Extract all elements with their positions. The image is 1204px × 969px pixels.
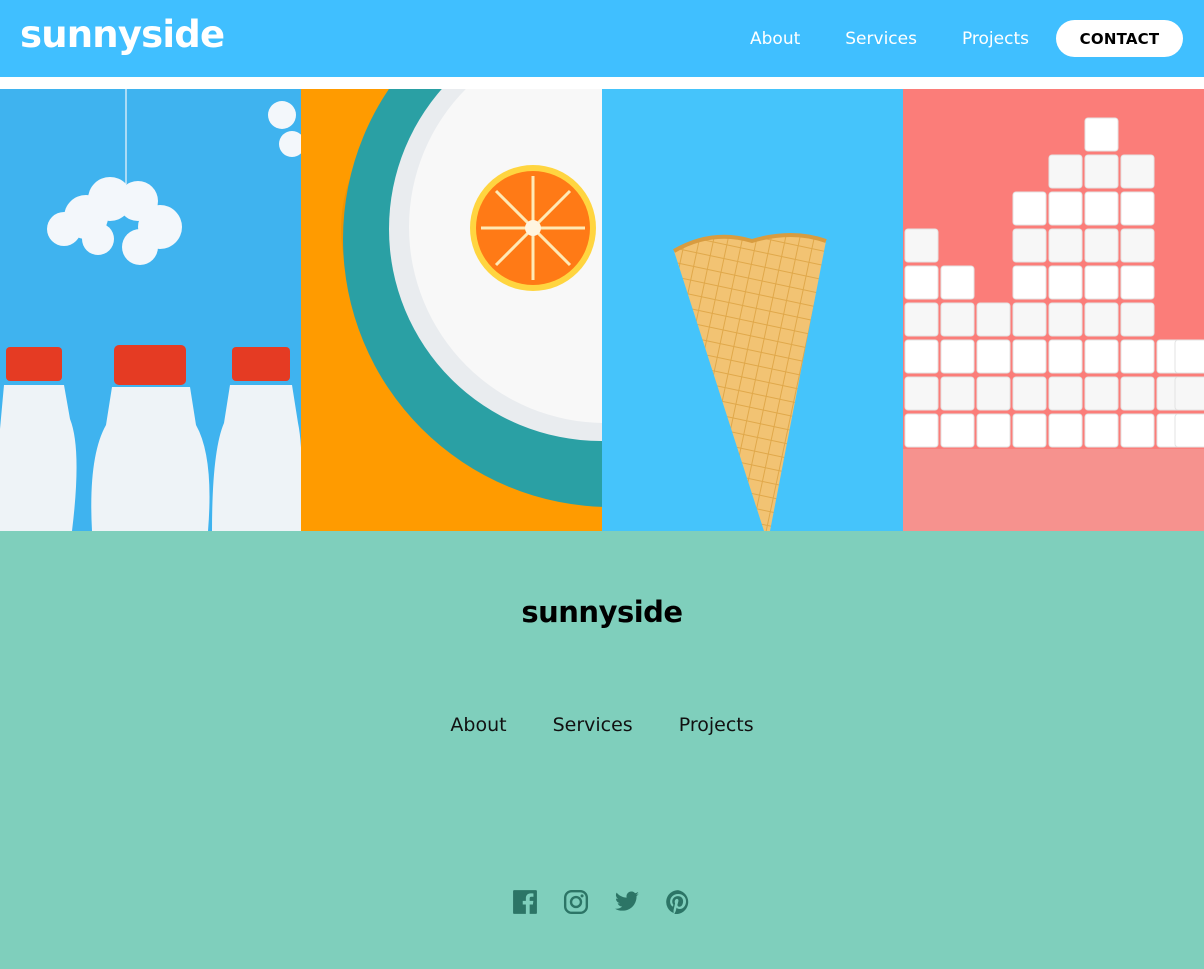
facebook-icon[interactable] [512, 889, 538, 915]
twitter-icon[interactable] [614, 889, 640, 915]
footer-about-link[interactable]: About [450, 714, 506, 736]
footer-brand[interactable]: sunnyside [0, 595, 1204, 629]
main-nav: About Services Projects [750, 29, 1029, 49]
milk-bottles-image [0, 89, 301, 531]
nav-services-link[interactable]: Services [845, 29, 917, 49]
footer-nav: About Services Projects [0, 714, 1204, 736]
site-header: sunnyside About Services Projects CONTAC… [0, 0, 1204, 77]
instagram-icon[interactable] [563, 889, 589, 915]
orange-plate-image [301, 89, 602, 531]
image-gallery [0, 89, 1204, 531]
nav-projects-link[interactable]: Projects [962, 29, 1029, 49]
ice-cream-cone-image [602, 89, 903, 531]
footer-projects-link[interactable]: Projects [679, 714, 754, 736]
brand-logo[interactable]: sunnyside [20, 16, 225, 53]
pinterest-icon[interactable] [665, 889, 691, 915]
social-links [512, 889, 691, 915]
site-footer: sunnyside About Services Projects [0, 531, 1204, 969]
footer-services-link[interactable]: Services [553, 714, 633, 736]
sugar-cubes-image [903, 89, 1204, 531]
nav-about-link[interactable]: About [750, 29, 800, 49]
contact-button[interactable]: CONTACT [1056, 20, 1183, 57]
